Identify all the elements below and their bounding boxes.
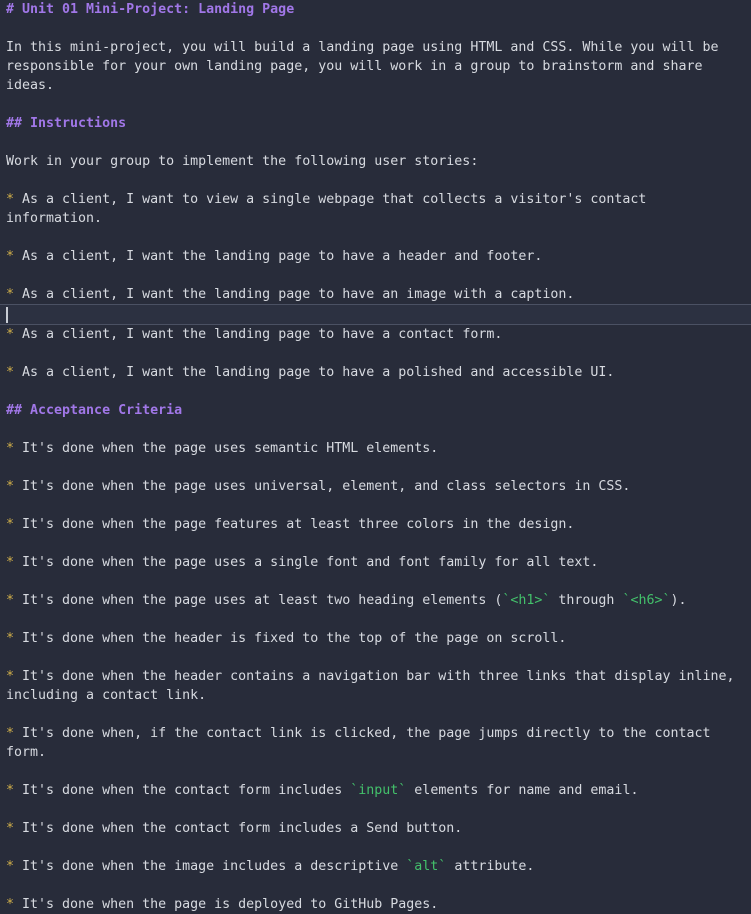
line-text-0: It's done when the header contains a nav…	[6, 669, 743, 703]
acceptance-criteria-item[interactable]: * It's done when the header contains a n…	[0, 667, 751, 705]
acceptance-criteria-item[interactable]: * It's done when the page is deployed to…	[0, 895, 751, 914]
list-bullet-marker: *	[6, 479, 23, 494]
line-text-0: It's done when the page features at leas…	[22, 517, 575, 532]
markdown-h2-instructions[interactable]: ## Instructions	[0, 114, 751, 133]
blank-line-between-criteria[interactable]	[0, 876, 751, 895]
acceptance-criteria-item[interactable]: * It's done when the page uses universal…	[0, 477, 751, 496]
blank-line-between-criteria[interactable]	[0, 496, 751, 515]
line-text-0: It's done when the contact form includes	[22, 783, 351, 798]
list-bullet-marker: *	[6, 365, 23, 380]
list-bullet-marker: *	[6, 441, 23, 456]
line-text-2: elements for name and email.	[406, 783, 639, 798]
blank-line-between-criteria[interactable]	[0, 534, 751, 553]
line-text-2: attribute.	[446, 859, 535, 874]
list-bullet-marker: *	[6, 555, 23, 570]
heading-text: # Unit 01 Mini-Project: Landing Page	[6, 2, 295, 17]
blank-line-between-criteria[interactable]	[0, 800, 751, 819]
inline-code-span: `input`	[350, 783, 407, 798]
line-text-0: As a client, I want the landing page to …	[22, 287, 575, 302]
line-text-0: It's done when the page is deployed to G…	[22, 897, 439, 912]
line-text-0: It's done when the page uses universal, …	[22, 479, 631, 494]
line-text-0: It's done when, if the contact link is c…	[6, 726, 719, 760]
line-text-0: It's done when the page uses semantic HT…	[22, 441, 439, 456]
markdown-editor[interactable]: # Unit 01 Mini-Project: Landing Page In t…	[0, 0, 751, 912]
active-cursor-line[interactable]	[0, 304, 751, 325]
acceptance-criteria-item[interactable]: * It's done when, if the contact link is…	[0, 724, 751, 762]
blank-line-after-intro[interactable]	[0, 95, 751, 114]
line-text-0: It's done when the contact form includes…	[22, 821, 463, 836]
line-text-0: It's done when the header is fixed to th…	[22, 631, 567, 646]
acceptance-criteria-item[interactable]: * It's done when the page uses at least …	[0, 591, 751, 610]
blank-line-between-criteria[interactable]	[0, 762, 751, 781]
acceptance-criteria-item[interactable]: * It's done when the page uses semantic …	[0, 439, 751, 458]
line-text-2: through	[550, 593, 623, 608]
blank-line-between-criteria[interactable]	[0, 648, 751, 667]
blank-line-after-instructions-heading[interactable]	[0, 133, 751, 152]
blank-line-between-criteria[interactable]	[0, 610, 751, 629]
list-bullet-marker: *	[6, 327, 23, 342]
text-cursor	[6, 307, 8, 323]
line-text-0: As a client, I want the landing page to …	[22, 249, 543, 264]
user-story-item[interactable]: * As a client, I want the landing page t…	[0, 285, 751, 304]
list-bullet-marker: *	[6, 821, 23, 836]
inline-code-span: `alt`	[406, 859, 447, 874]
blank-line-after-stories[interactable]	[0, 382, 751, 401]
instructions-intro[interactable]: Work in your group to implement the foll…	[0, 152, 751, 171]
instructions-intro-text: Work in your group to implement the foll…	[6, 154, 479, 169]
acceptance-criteria-item[interactable]: * It's done when the contact form includ…	[0, 781, 751, 800]
list-bullet-marker: *	[6, 726, 23, 741]
line-text-0: It's done when the page uses at least tw…	[22, 593, 503, 608]
blank-line-after-instructions-intro[interactable]	[0, 171, 751, 190]
line-text-0: It's done when the image includes a desc…	[22, 859, 407, 874]
blank-line-after-title[interactable]	[0, 19, 751, 38]
blank-line-between-stories[interactable]	[0, 344, 751, 363]
user-story-item[interactable]: * As a client, I want the landing page t…	[0, 363, 751, 382]
user-story-item[interactable]: * As a client, I want the landing page t…	[0, 325, 751, 344]
blank-line-after-acceptance-heading[interactable]	[0, 420, 751, 439]
intro-paragraph[interactable]: In this mini-project, you will build a l…	[0, 38, 751, 95]
list-bullet-marker: *	[6, 897, 23, 912]
line-text-0: As a client, I want the landing page to …	[22, 327, 503, 342]
user-story-item[interactable]: * As a client, I want to view a single w…	[0, 190, 751, 228]
heading-text: ## Instructions	[6, 116, 127, 131]
blank-line-between-criteria[interactable]	[0, 572, 751, 591]
editor-text-area[interactable]: # Unit 01 Mini-Project: Landing Page In t…	[0, 0, 751, 914]
list-bullet-marker: *	[6, 287, 23, 302]
line-text-0: As a client, I want the landing page to …	[22, 365, 615, 380]
list-bullet-marker: *	[6, 249, 23, 264]
blank-line-between-stories[interactable]	[0, 228, 751, 247]
acceptance-criteria-item[interactable]: * It's done when the image includes a de…	[0, 857, 751, 876]
line-text-4: ).	[670, 593, 687, 608]
intro-paragraph-text: In this mini-project, you will build a l…	[6, 40, 727, 93]
inline-code-span: `<h6>`	[622, 593, 671, 608]
list-bullet-marker: *	[6, 669, 23, 684]
list-bullet-marker: *	[6, 192, 23, 207]
line-text-0: It's done when the page uses a single fo…	[22, 555, 599, 570]
list-bullet-marker: *	[6, 783, 23, 798]
acceptance-criteria-item[interactable]: * It's done when the header is fixed to …	[0, 629, 751, 648]
blank-line-between-criteria[interactable]	[0, 458, 751, 477]
blank-line-between-stories[interactable]	[0, 266, 751, 285]
markdown-h1-heading[interactable]: # Unit 01 Mini-Project: Landing Page	[0, 0, 751, 19]
blank-line-between-criteria[interactable]	[0, 705, 751, 724]
list-bullet-marker: *	[6, 593, 23, 608]
acceptance-criteria-item[interactable]: * It's done when the page uses a single …	[0, 553, 751, 572]
user-story-item[interactable]: * As a client, I want the landing page t…	[0, 247, 751, 266]
inline-code-span: `<h1>`	[502, 593, 551, 608]
blank-line-between-criteria[interactable]	[0, 838, 751, 857]
list-bullet-marker: *	[6, 631, 23, 646]
line-text-0: As a client, I want to view a single web…	[6, 192, 655, 226]
acceptance-criteria-item[interactable]: * It's done when the page features at le…	[0, 515, 751, 534]
list-bullet-marker: *	[6, 517, 23, 532]
markdown-h2-acceptance[interactable]: ## Acceptance Criteria	[0, 401, 751, 420]
list-bullet-marker: *	[6, 859, 23, 874]
acceptance-criteria-item[interactable]: * It's done when the contact form includ…	[0, 819, 751, 838]
heading-text: ## Acceptance Criteria	[6, 403, 183, 418]
